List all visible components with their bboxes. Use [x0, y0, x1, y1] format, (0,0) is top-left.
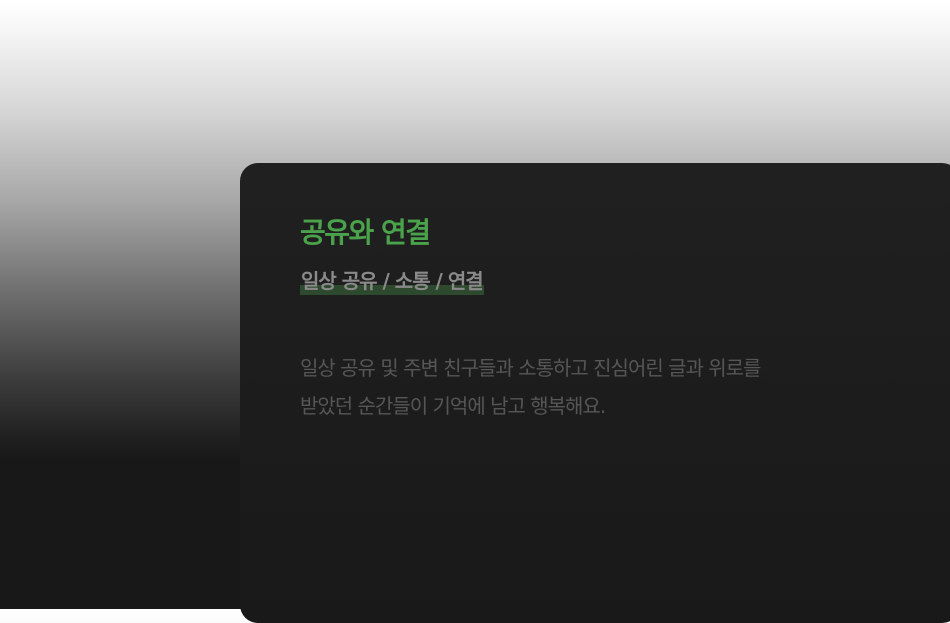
- card-description-line-1: 일상 공유 및 주변 친구들과 소통하고 진심어린 글과 위로를: [300, 356, 761, 380]
- feature-card: 공유와 연결 일상 공유 / 소통 / 연결 일상 공유 및 주변 친구들과 소…: [240, 163, 950, 623]
- card-description-line-2: 받았던 순간들이 기억에 남고 행복해요.: [300, 394, 606, 418]
- card-title: 공유와 연결: [300, 216, 431, 249]
- card-description: 일상 공유 및 주변 친구들과 소통하고 진심어린 글과 위로를 받았던 순간들…: [300, 349, 860, 425]
- card-subtitle-wrapper: 일상 공유 / 소통 / 연결: [300, 267, 484, 295]
- card-subtitle-highlighted: 일상 공유 / 소통 / 연결: [300, 267, 484, 295]
